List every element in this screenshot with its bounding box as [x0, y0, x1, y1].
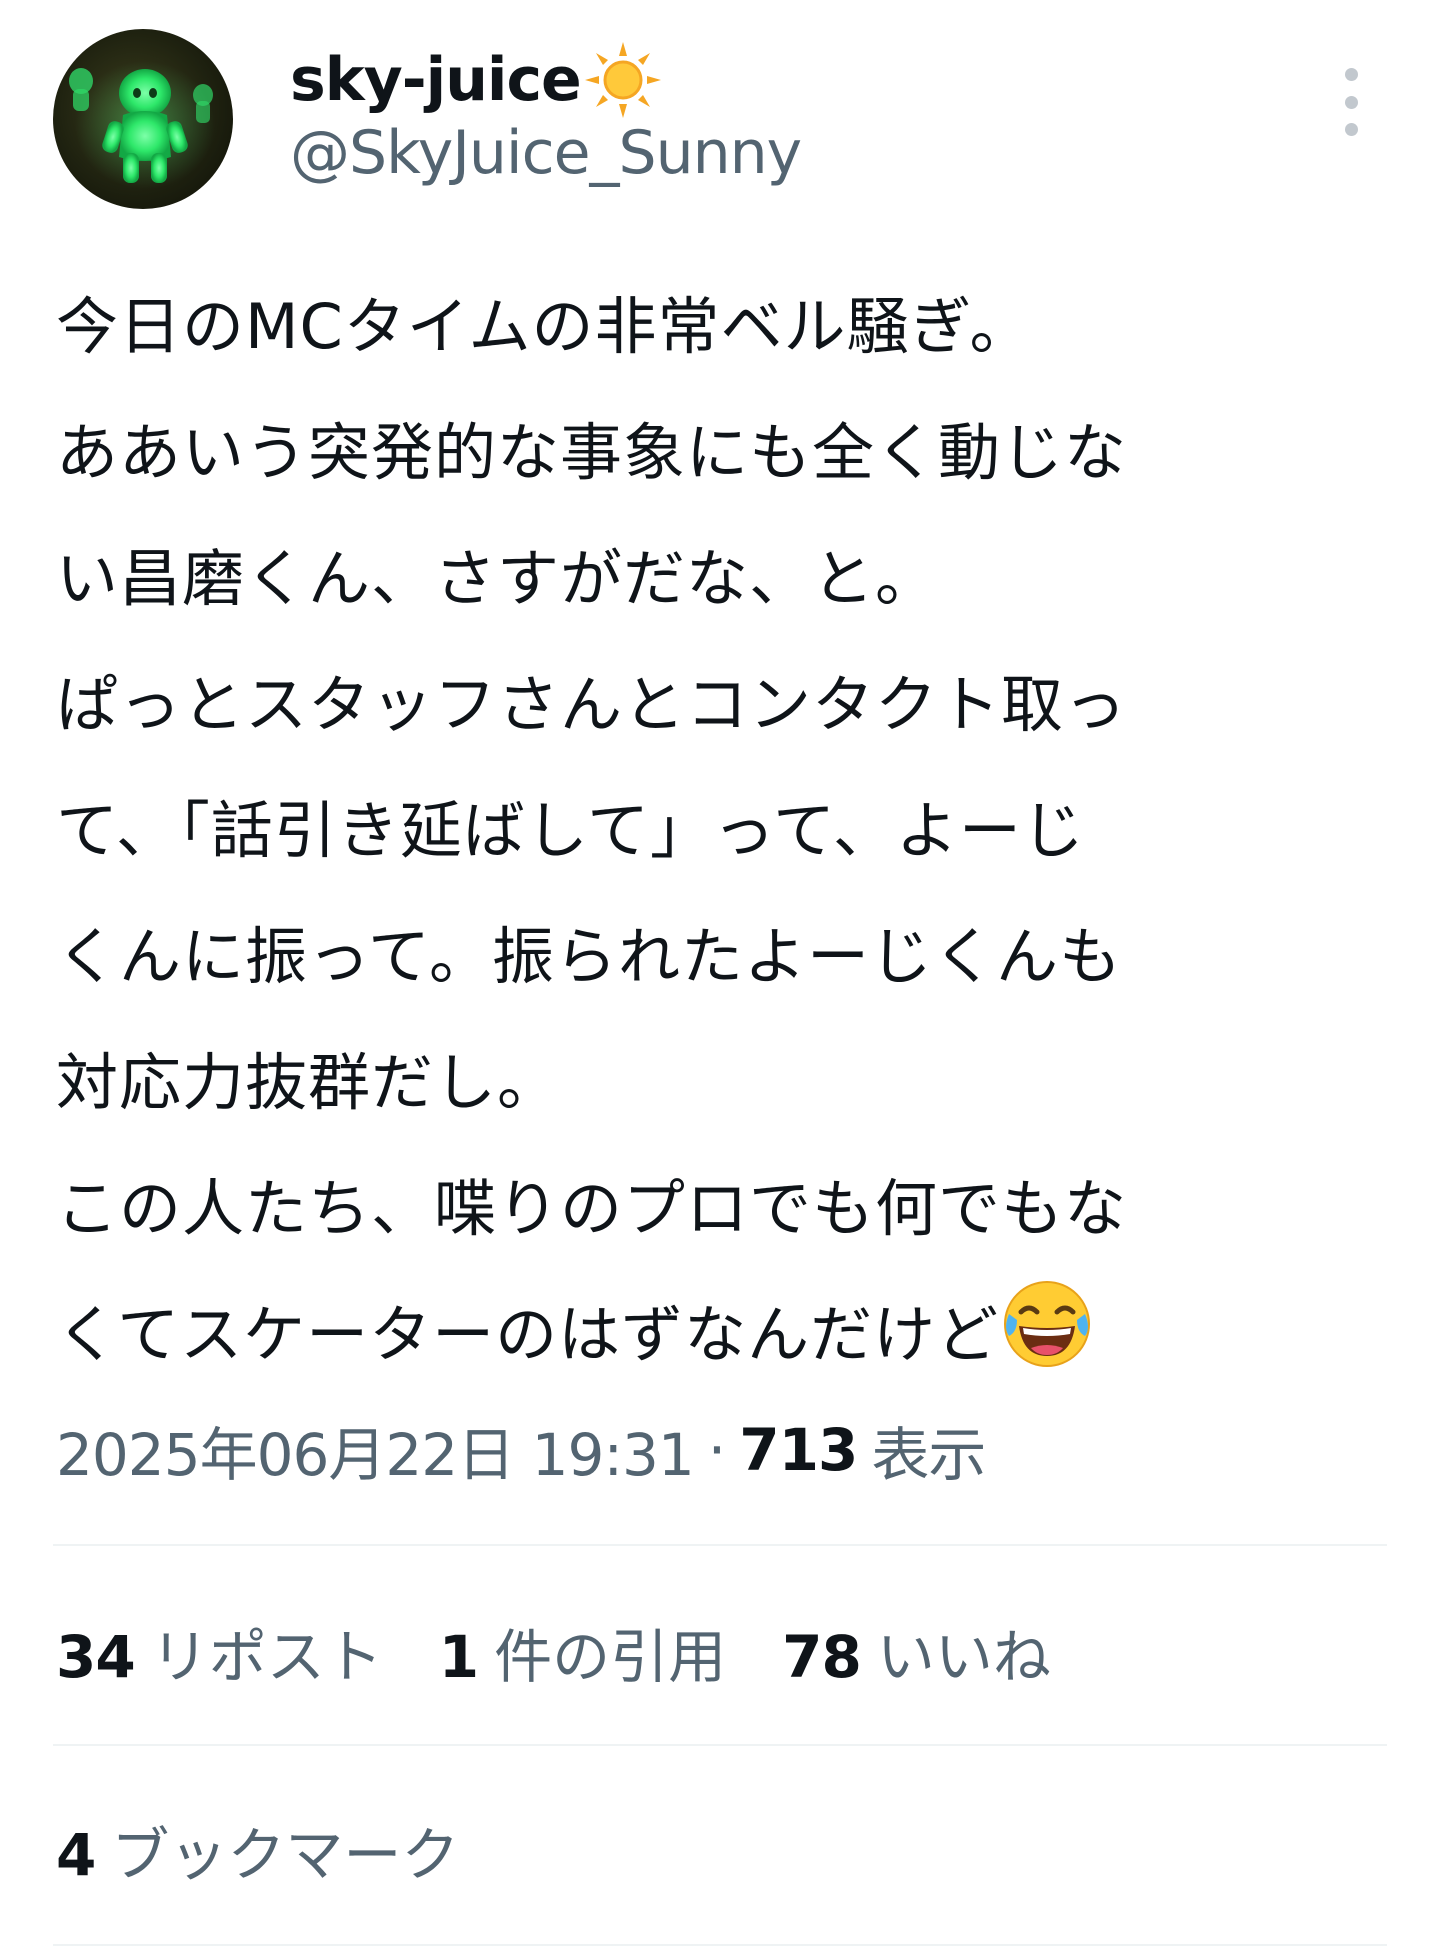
more-dot-icon	[1344, 123, 1358, 136]
divider	[53, 1744, 1387, 1746]
views-count: 713	[739, 1416, 858, 1484]
tweet-text-line-last: くてスケーターのはずなんだけど	[56, 1272, 1396, 1398]
bookmarks-count: 4	[56, 1821, 96, 1889]
bookmarks-label: ブックマーク	[111, 1821, 460, 1889]
tweet-text-line: 今日のMCタイムの非常ベル騒ぎ。	[56, 290, 1033, 363]
quotes-stat[interactable]: 1 件の引用	[439, 1610, 726, 1694]
bookmarks-stat-row: 4 ブックマーク	[56, 1810, 515, 1890]
tweet-text-line: 対応力抜群だし。	[56, 1046, 561, 1119]
tweet-text-line: この人たち、喋りのプロでも何でもな	[56, 1172, 1128, 1245]
face-with-tears-of-joy-icon	[1001, 1278, 1093, 1370]
divider	[53, 1944, 1387, 1946]
more-dot-icon	[1344, 95, 1358, 109]
quotes-count: 1	[438, 1623, 479, 1691]
tweet-detail: sky-juice @SkyJuice_Sunny 今日のMCタイムの非常ベル騒…	[0, 0, 1440, 1960]
likes-stat[interactable]: 78 いいね	[782, 1610, 1051, 1694]
divider	[53, 1544, 1387, 1546]
meta-separator: ·	[707, 1416, 726, 1484]
reposts-stat[interactable]: 34 リポスト	[56, 1610, 383, 1694]
tweet-meta: 2025年06月22日 19:31 · 713 表示	[56, 1412, 986, 1489]
display-name-row[interactable]: sky-juice	[290, 42, 663, 118]
tweet-text-line: ぱっとスタッフさんとコンタクト取っ	[56, 668, 1128, 741]
reposts-label: リポスト	[150, 1623, 383, 1691]
display-name[interactable]: sky-juice	[290, 45, 582, 115]
reposts-count: 34	[56, 1623, 136, 1691]
tweet-text-line: くんに振って。振られたよーじくんも	[56, 920, 1123, 993]
tweet-text-line: ああいう突発的な事象にも全く動じな	[56, 416, 1128, 489]
sun-icon	[583, 40, 663, 120]
likes-count: 78	[782, 1623, 862, 1691]
likes-label: いいね	[876, 1623, 1051, 1691]
engagement-stats: 34 リポスト 1 件の引用 78 いいね	[56, 1612, 1107, 1692]
user-handle[interactable]: @SkyJuice_Sunny	[290, 118, 802, 188]
tweet-text: 今日のMCタイムの非常ベル騒ぎ。 ああいう突発的な事象にも全く動じな い昌磨くん…	[56, 264, 1396, 1398]
views-label: 表示	[871, 1421, 986, 1489]
bookmarks-stat[interactable]: 4 ブックマーク	[56, 1808, 459, 1892]
tweet-text-line-content: くてスケーターのはずなんだけど	[56, 1298, 1000, 1371]
more-dot-icon	[1344, 68, 1358, 81]
more-options-button[interactable]	[1326, 68, 1376, 136]
avatar[interactable]	[53, 29, 233, 209]
tweet-text-line: て、「話引き延ばして」って、よーじ	[56, 794, 1085, 867]
timestamp[interactable]: 2025年06月22日 19:31	[56, 1408, 695, 1492]
tweet-text-line: い昌磨くん、さすがだな、と。	[56, 542, 939, 615]
quotes-label: 件の引用	[494, 1623, 727, 1691]
avatar-image	[69, 61, 215, 189]
